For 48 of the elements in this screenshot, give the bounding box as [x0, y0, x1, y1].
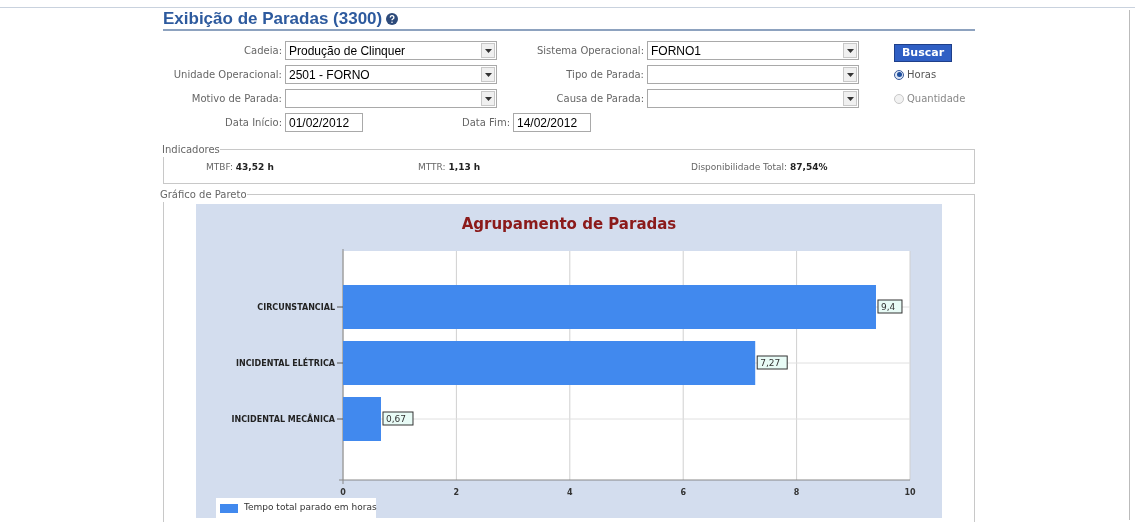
- caret-icon: [481, 91, 495, 106]
- dropdown-field[interactable]: [647, 89, 859, 108]
- indicator-text: Disponibilidade Total: 87,54%: [691, 161, 828, 175]
- field-label: Unidade Operacional:: [172, 68, 283, 82]
- indicator-text: MTTR: 1,13 h: [418, 161, 482, 175]
- category-label: INCIDENTAL ELÉTRICA: [236, 359, 335, 368]
- bar: [343, 397, 381, 441]
- radio-option[interactable]: Horas: [894, 67, 937, 82]
- field-label: Data Início:: [224, 116, 283, 130]
- value-label: 7,27: [756, 355, 788, 370]
- tick-label: 0: [340, 488, 346, 497]
- chart-title: Agrupamento de Paradas: [461, 215, 677, 233]
- dropdown-field[interactable]: FORNO1: [647, 41, 859, 60]
- date-field[interactable]: 01/02/2012: [285, 113, 363, 132]
- field-label: Causa de Parada:: [555, 92, 645, 106]
- legend-swatch: [220, 503, 238, 513]
- tick-label: 6: [680, 488, 686, 497]
- dropdown-field[interactable]: Produção de Clinquer: [285, 41, 497, 60]
- field-label: Cadeia:: [243, 44, 283, 58]
- value-label: 0,67: [382, 411, 414, 426]
- dropdown-field[interactable]: [285, 89, 497, 108]
- radio-option[interactable]: Quantidade: [894, 91, 966, 106]
- field-label: Motivo de Parada:: [190, 92, 283, 106]
- page-title: Exibição de Paradas (3300): [163, 7, 383, 30]
- field-label: Sistema Operacional:: [535, 44, 645, 58]
- category-label: INCIDENTAL MECÂNICA: [231, 415, 335, 424]
- value-label: 9,4: [877, 299, 903, 314]
- caret-icon: [843, 67, 857, 82]
- tick-label: 8: [793, 488, 800, 497]
- search-button[interactable]: Buscar: [894, 43, 952, 62]
- caret-icon: [843, 43, 857, 58]
- caret-icon: [481, 67, 495, 82]
- indicator-text: MTBF: 43,52 h: [205, 161, 275, 175]
- category-label: CIRCUNSTANCIAL: [257, 303, 335, 312]
- field-label: Tipo de Parada:: [565, 68, 645, 82]
- caret-icon: [481, 43, 495, 58]
- help-icon[interactable]: [386, 12, 399, 25]
- tick-label: 10: [904, 488, 916, 497]
- date-field[interactable]: 14/02/2012: [513, 113, 591, 132]
- caret-icon: [843, 91, 857, 106]
- tick-label: 4: [567, 488, 573, 497]
- field-label: Data Fim:: [461, 116, 511, 130]
- dropdown-field[interactable]: 2501 - FORNO: [285, 65, 497, 84]
- panel-legend: Indicadores: [162, 142, 220, 157]
- panel-legend: Gráfico de Pareto: [160, 187, 247, 202]
- legend-label: Tempo total parado em horas: [244, 501, 377, 515]
- dropdown-field[interactable]: [647, 65, 859, 84]
- tick-label: 2: [453, 488, 460, 497]
